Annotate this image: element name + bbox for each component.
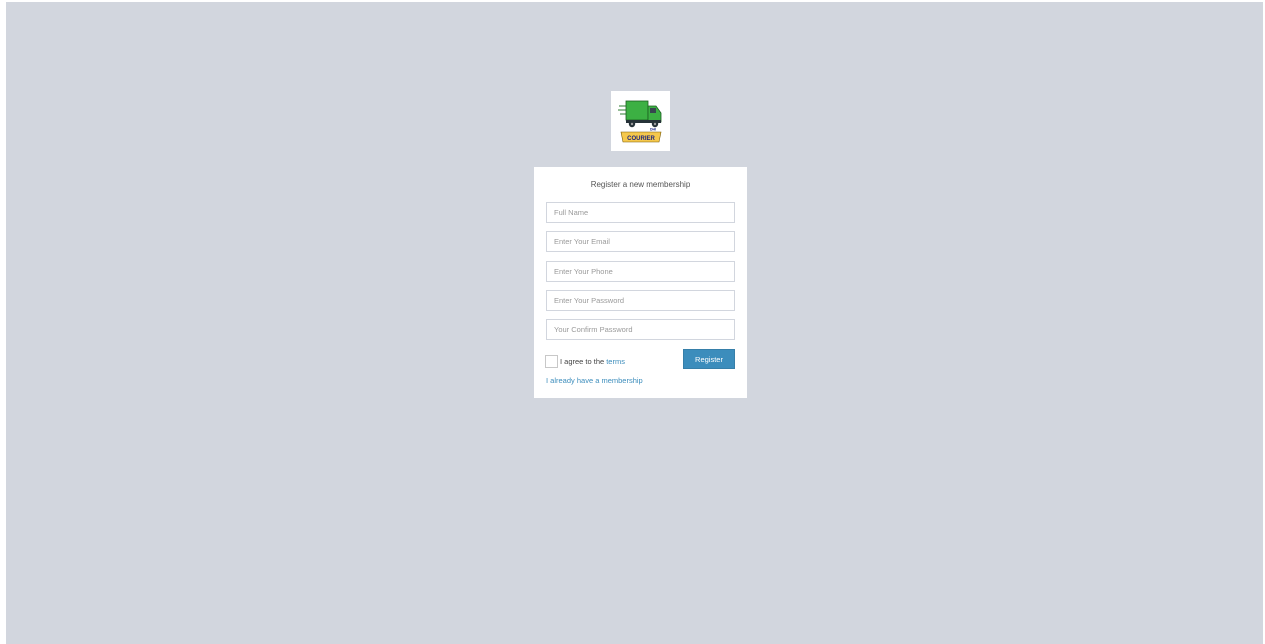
email-input[interactable] <box>546 231 735 252</box>
logo-small-text: DHI <box>649 128 655 132</box>
password-input[interactable] <box>546 290 735 311</box>
confirm-password-input[interactable] <box>546 319 735 340</box>
existing-membership-link[interactable]: I already have a membership <box>546 376 643 385</box>
agree-terms-row: I agree to the terms <box>545 354 625 368</box>
register-card: Register a new membership I agree to the… <box>534 167 747 398</box>
agree-label: I agree to the <box>560 356 605 366</box>
register-button[interactable]: Register <box>683 349 735 369</box>
logo-text: COURIER <box>627 136 655 142</box>
page-background: COURIER DHI Register a new membership I … <box>6 2 1263 644</box>
register-title: Register a new membership <box>590 180 691 189</box>
courier-logo: COURIER DHI <box>611 91 670 151</box>
truck-logo-icon: COURIER DHI <box>617 100 661 143</box>
full-name-input[interactable] <box>546 202 735 223</box>
phone-input[interactable] <box>546 261 735 282</box>
agree-checkbox[interactable] <box>545 354 558 368</box>
terms-link[interactable]: terms <box>606 357 625 366</box>
